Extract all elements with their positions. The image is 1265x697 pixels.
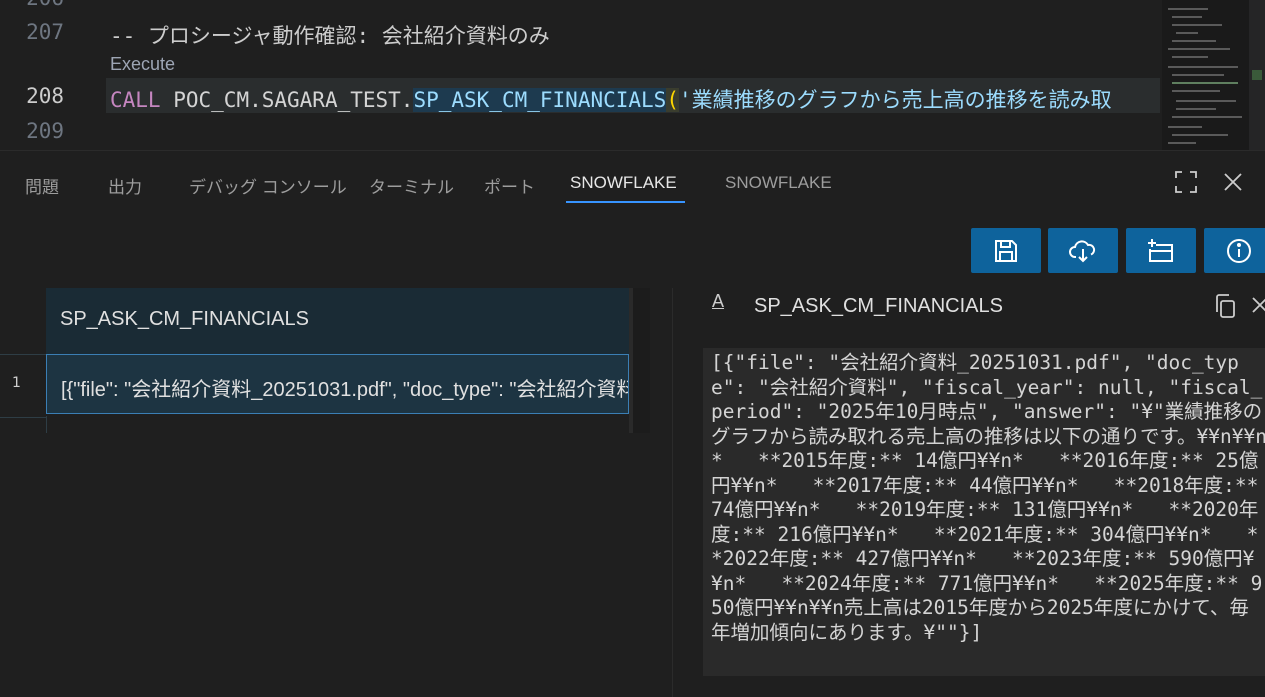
detail-title: SP_ASK_CM_FINANCIALS <box>754 295 1003 317</box>
column-header-label: SP_ASK_CM_FINANCIALS <box>60 308 309 330</box>
tab-debug-console[interactable]: デバッグ コンソール <box>189 173 347 198</box>
panel-divider[interactable] <box>672 288 673 697</box>
tab-snowflake[interactable]: SNOWFLAKE <box>725 173 832 193</box>
detail-value-text: [{"file": "会社紹介資料_20251031.pdf", "doc_ty… <box>711 351 1265 644</box>
minimap[interactable] <box>1162 0 1249 150</box>
result-cell-value: [{"file": "会社紹介資料_20251031.pdf", "doc_ty… <box>61 379 629 401</box>
text-type-icon: A <box>712 291 725 311</box>
schema-path: POC_CM.SAGARA_TEST. <box>173 88 414 112</box>
cloud-download-icon <box>1069 239 1096 262</box>
code-editor[interactable]: 206 207 208 209 -- プロシージャ動作確認: 会社紹介資料のみ … <box>0 0 1265 150</box>
tab-terminal[interactable]: ターミナル <box>369 173 454 198</box>
line-number: 207 <box>26 20 64 44</box>
tab-output[interactable]: 出力 <box>108 173 142 198</box>
maximize-icon[interactable] <box>1173 169 1199 195</box>
tab-snowflake-active[interactable]: SNOWFLAKE <box>570 173 677 193</box>
line-number: 209 <box>26 119 64 143</box>
add-table-icon <box>1148 238 1173 262</box>
bottom-panel: 問題 出力 デバッグ コンソール ターミナル ポート SNOWFLAKE SNO… <box>0 150 1265 697</box>
active-tab-indicator <box>566 201 685 203</box>
grid-corner <box>0 288 46 354</box>
column-header[interactable]: SP_ASK_CM_FINANCIALS <box>46 288 630 354</box>
string-literal: '業績推移のグラフから売上高の推移を読み取 <box>678 88 1112 112</box>
row-number-label: 1 <box>12 375 21 391</box>
save-button[interactable] <box>971 228 1041 273</box>
sql-call-line[interactable]: CALL POC_CM.SAGARA_TEST.SP_ASK_CM_FINANC… <box>110 84 1112 114</box>
results-grid: SP_ASK_CM_FINANCIALS 1 [{"file": "会社紹介資料… <box>0 288 650 433</box>
info-icon <box>1227 238 1251 263</box>
download-button[interactable] <box>1048 228 1118 273</box>
editor-scrollbar[interactable] <box>1249 0 1265 150</box>
open-paren: ( <box>666 88 679 112</box>
close-detail-icon[interactable] <box>1250 295 1265 315</box>
call-keyword: CALL <box>110 88 161 112</box>
execute-codelens[interactable]: Execute <box>110 54 175 75</box>
tab-problems[interactable]: 問題 <box>25 173 59 198</box>
procedure-name: SP_ASK_CM_FINANCIALS <box>413 88 667 112</box>
grid-empty-area <box>633 288 650 433</box>
grid-empty-row <box>46 416 630 433</box>
close-icon[interactable] <box>1220 169 1246 195</box>
copy-icon[interactable] <box>1212 293 1238 319</box>
info-button[interactable] <box>1204 228 1265 273</box>
add-table-button[interactable] <box>1126 228 1196 273</box>
scrollbar-marker <box>1252 70 1262 80</box>
detail-value-box[interactable]: [{"file": "会社紹介資料_20251031.pdf", "doc_ty… <box>703 348 1265 676</box>
sql-comment-line[interactable]: -- プロシージャ動作確認: 会社紹介資料のみ <box>110 20 550 50</box>
line-number: 206 <box>0 0 64 10</box>
result-cell[interactable]: [{"file": "会社紹介資料_20251031.pdf", "doc_ty… <box>46 354 629 414</box>
save-icon <box>995 239 1017 262</box>
tab-ports[interactable]: ポート <box>484 173 535 198</box>
row-number: 1 <box>0 354 46 418</box>
line-number: 208 <box>26 84 64 108</box>
